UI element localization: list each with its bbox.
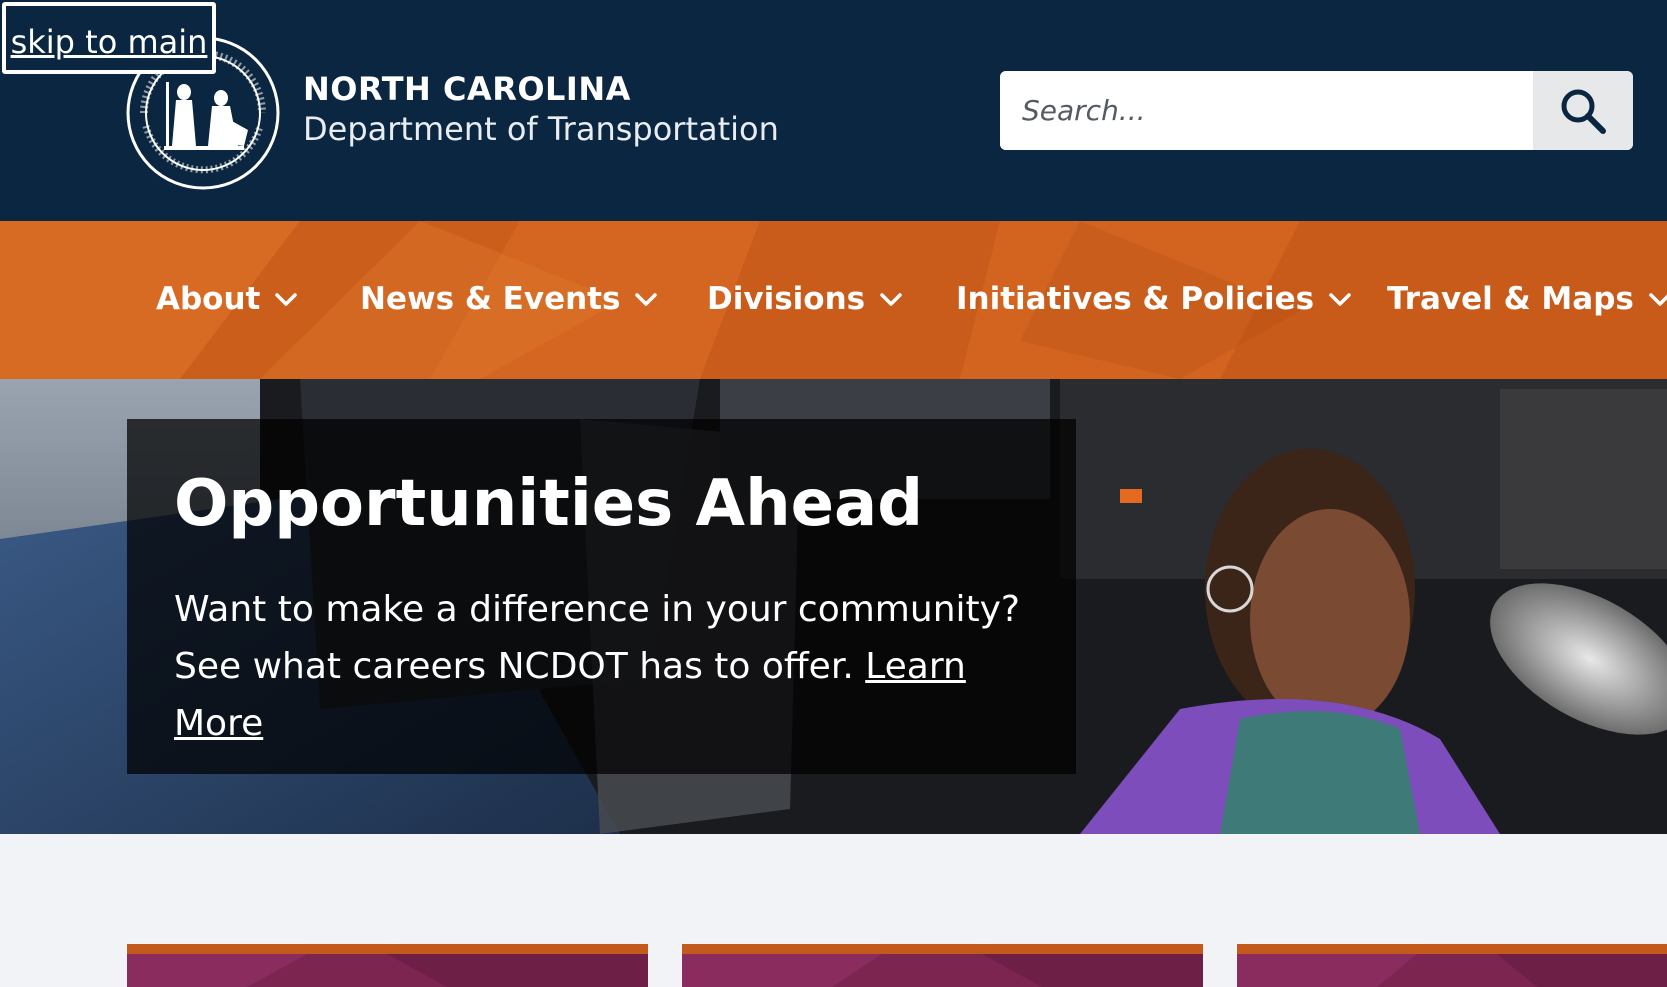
hero-title: Opportunities Ahead (174, 467, 924, 541)
nav-item-initiatives-policies[interactable]: Initiatives & Policies (956, 271, 1352, 327)
feature-card[interactable] (682, 944, 1203, 987)
search-form (1000, 71, 1633, 150)
nav-item-label: Initiatives & Policies (956, 281, 1315, 317)
brand-title[interactable]: NORTH CAROLINA (303, 70, 631, 108)
card-pattern (127, 954, 648, 987)
nav-item-label: Divisions (707, 281, 866, 317)
search-button[interactable] (1533, 71, 1633, 150)
hero-banner: Opportunities Ahead Want to make a diffe… (0, 379, 1667, 834)
nav-item-news-events[interactable]: News & Events (360, 271, 658, 327)
nav-item-about[interactable]: About (156, 271, 298, 327)
search-input[interactable] (1000, 71, 1533, 150)
skip-to-main-link[interactable]: skip to main (2, 2, 216, 74)
chevron-down-icon (1648, 291, 1667, 307)
hero-description: Want to make a difference in your commun… (174, 581, 1034, 752)
chevron-down-icon (274, 291, 298, 307)
search-icon (1561, 89, 1606, 134)
feature-card[interactable] (127, 944, 648, 987)
chevron-down-icon (634, 291, 658, 307)
feature-card[interactable] (1237, 944, 1667, 987)
nav-item-travel-maps[interactable]: Travel & Maps (1387, 271, 1667, 327)
hero-callout: Opportunities Ahead Want to make a diffe… (127, 419, 1076, 774)
nav-item-label: News & Events (360, 281, 621, 317)
nav-item-label: Travel & Maps (1387, 281, 1634, 317)
brand-subtitle[interactable]: Department of Transportation (303, 110, 779, 148)
nav-item-divisions[interactable]: Divisions (707, 271, 903, 327)
site-header: skip to main NORTH CAROLINA Department o… (0, 0, 1667, 221)
card-pattern (1237, 954, 1667, 987)
chevron-down-icon (1328, 291, 1352, 307)
chevron-down-icon (879, 291, 903, 307)
nav-item-label: About (156, 281, 261, 317)
card-pattern (682, 954, 1203, 987)
main-navigation: About News & Events Divisions Initiative… (0, 221, 1667, 379)
